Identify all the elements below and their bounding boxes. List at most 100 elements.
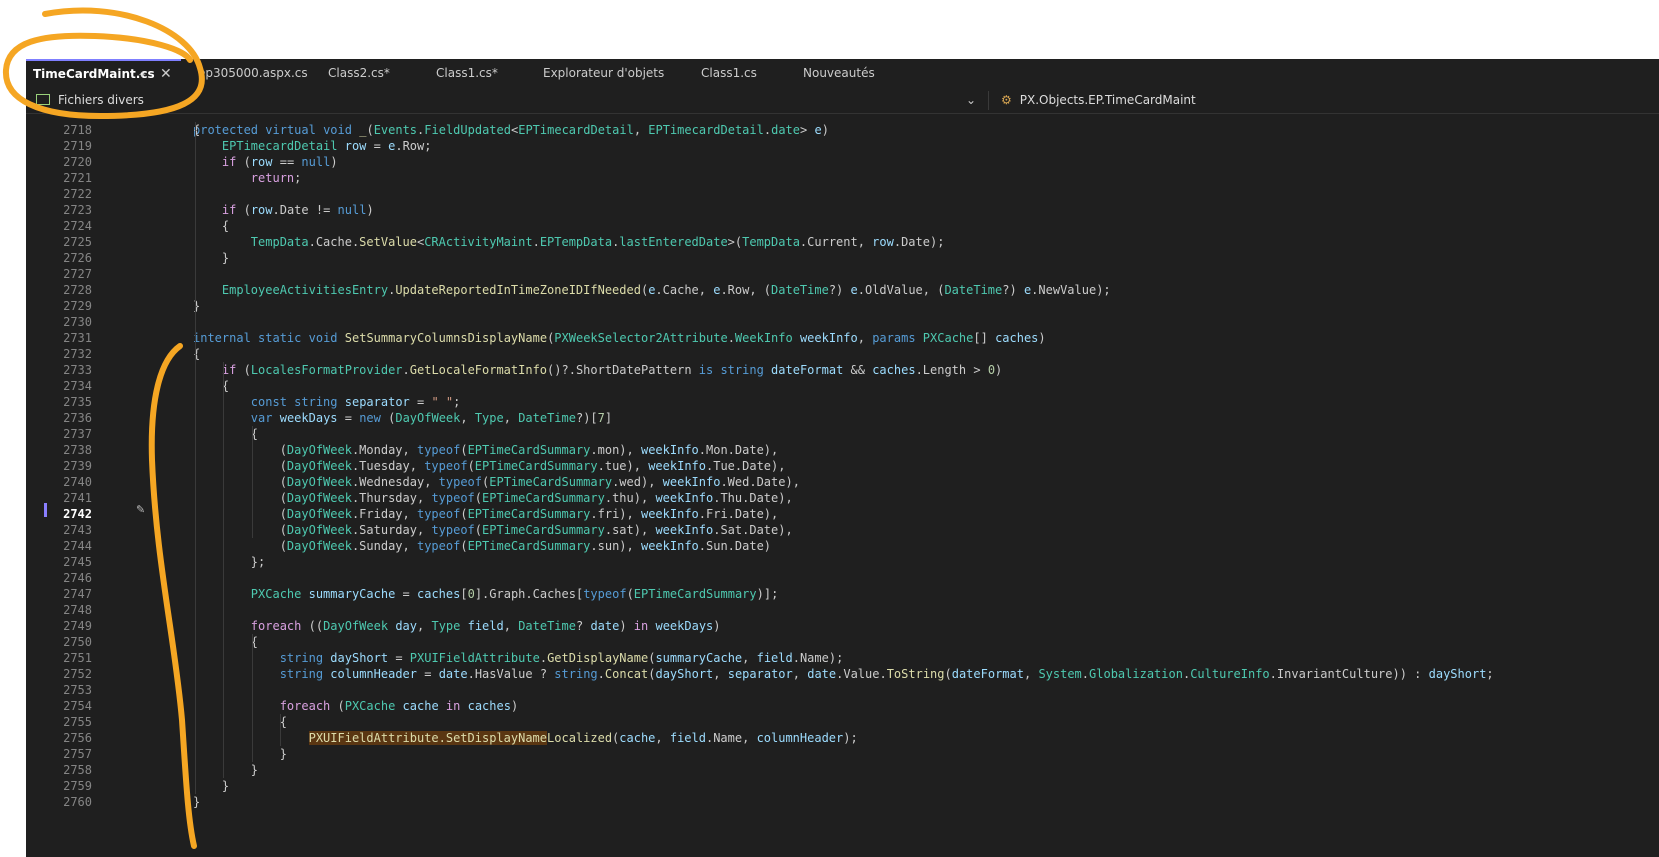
line-number: 2743 [63,523,92,537]
code-text: if (row.Date != null) [221,203,374,217]
line-number: 2736 [63,411,92,425]
code-line: 2745 }; [26,554,1659,570]
tab-label: Class1.cs [701,66,757,80]
pencil-icon[interactable]: ✎ [136,503,145,516]
code-line: 2719 EPTimecardDetail row = e.Row; [26,138,1659,154]
indent-guide [252,426,253,538]
code-text: (DayOfWeek.Monday, typeof(EPTimeCardSumm… [193,443,779,457]
line-number: 2730 [63,315,92,329]
code-text: } [193,779,230,793]
line-number: 2725 [63,235,92,249]
code-text: EmployeeActivitiesEntry.UpdateReportedIn… [221,283,1111,297]
tab-label: TimeCardMaint.cs [33,67,155,81]
code-line: 2729} [26,298,1659,314]
line-number: 2718 [63,123,92,137]
close-icon[interactable]: ✕ [160,61,172,88]
line-number: 2749 [63,619,92,633]
tab-class1[interactable]: Class1.cs [701,59,757,88]
code-text: } [193,795,201,809]
line-number: 2731 [63,331,92,345]
code-line: 2754 foreach (PXCache cache in caches) [26,698,1659,714]
tab-ep305000[interactable]: ep305000.aspx.cs [198,59,308,88]
class-icon: ⚙ [1001,93,1012,107]
line-number: 2739 [63,459,92,473]
code-line: 2744 (DayOfWeek.Sunday, typeof(EPTimeCar… [26,538,1659,554]
pin-icon[interactable]: ⌖ [139,61,146,88]
code-line: 2742 (DayOfWeek.Friday, typeof(EPTimeCar… [26,506,1659,522]
code-editor-window: TimeCardMaint.cs ⌖ ✕ ep305000.aspx.cs Cl… [26,59,1659,857]
code-line: 2755 { [26,714,1659,730]
tab-class1-modified[interactable]: Class1.cs* [436,59,498,88]
line-number: 2722 [63,187,92,201]
tab-label: Explorateur d'objets [543,66,665,80]
code-text: { [193,635,259,649]
code-text: if (row == null) [221,155,338,169]
line-number: 2719 [63,139,92,153]
code-line: 2750 { [26,634,1659,650]
tab-label: ep305000.aspx.cs [198,66,308,80]
code-text: (DayOfWeek.Thursday, typeof(EPTimeCardSu… [193,491,793,505]
line-number: 2746 [63,571,92,585]
code-line: 2737 { [26,426,1659,442]
code-line: 2759 } [26,778,1659,794]
code-line: 2723 if (row.Date != null) [26,202,1659,218]
line-number: 2727 [63,267,92,281]
tab-label: Class2.cs* [328,66,390,80]
code-line: 2734 { [26,378,1659,394]
tab-class2[interactable]: Class2.cs* [328,59,390,88]
line-number: 2751 [63,651,92,665]
code-text: const string separator = " "; [250,395,461,409]
code-line: 2751 string dayShort = PXUIFieldAttribut… [26,650,1659,666]
line-number: 2724 [63,219,92,233]
code-line: 2720 if (row == null) [26,154,1659,170]
tab-object-explorer[interactable]: Explorateur d'objets [543,59,664,88]
line-number: 2748 [63,603,92,617]
code-line: 2738 (DayOfWeek.Monday, typeof(EPTimeCar… [26,442,1659,458]
code-line: 2724 { [26,218,1659,234]
code-text: } [193,763,259,777]
code-line: 2743 (DayOfWeek.Saturday, typeof(EPTimeC… [26,522,1659,538]
line-number: 2733 [63,363,92,377]
code-line: 2752 string columnHeader = date.HasValue… [26,666,1659,682]
line-number: 2757 [63,747,92,761]
code-text: TempData.Cache.SetValue<CRActivityMaint.… [250,235,945,249]
line-number: 2737 [63,427,92,441]
code-text: (DayOfWeek.Wednesday, typeof(EPTimeCardS… [193,475,800,489]
code-line: 2721 return; [26,170,1659,186]
code-line: 2746 [26,570,1659,586]
project-label: Fichiers divers [58,93,144,107]
code-line: 2758 } [26,762,1659,778]
code-line: 2760} [26,794,1659,810]
tab-timecardmaint[interactable]: TimeCardMaint.cs ⌖ ✕ [26,59,181,88]
code-line: 2736 var weekDays = new (DayOfWeek, Type… [26,410,1659,426]
tab-whats-new[interactable]: Nouveautés [803,59,875,88]
line-number: 2755 [63,715,92,729]
code-text: (DayOfWeek.Tuesday, typeof(EPTimeCardSum… [193,459,786,473]
code-line: 2748 [26,602,1659,618]
code-line: 2718{ [26,122,1659,138]
line-number: 2723 [63,203,92,217]
code-line: 2747 PXCache summaryCache = caches[0].Gr… [26,586,1659,602]
indent-guide [223,362,224,778]
line-number: 2745 [63,555,92,569]
code-line: 2749 foreach ((DayOfWeek day, Type field… [26,618,1659,634]
line-number: 2728 [63,283,92,297]
code-line: 2731 internal static void SetSummaryColum… [26,330,1659,346]
code-text: { [193,219,230,233]
code-line: 2757 } [26,746,1659,762]
code-text: { [193,715,287,729]
code-line: 2753 [26,682,1659,698]
line-number: 2759 [63,779,92,793]
code-text: string dayShort = PXUIFieldAttribute.Get… [279,651,844,665]
indent-guide [280,714,281,746]
line-number: 2740 [63,475,92,489]
code-area[interactable]: protected virtual void _(Events.FieldUpd… [26,114,1659,857]
file-icon [36,94,50,105]
code-text: (DayOfWeek.Friday, typeof(EPTimeCardSumm… [193,507,779,521]
code-line: 2727 [26,266,1659,282]
code-text: return; [250,171,302,185]
left-margin [0,59,26,857]
line-number: 2756 [63,731,92,745]
line-number: 2744 [63,539,92,553]
line-number: 2747 [63,587,92,601]
